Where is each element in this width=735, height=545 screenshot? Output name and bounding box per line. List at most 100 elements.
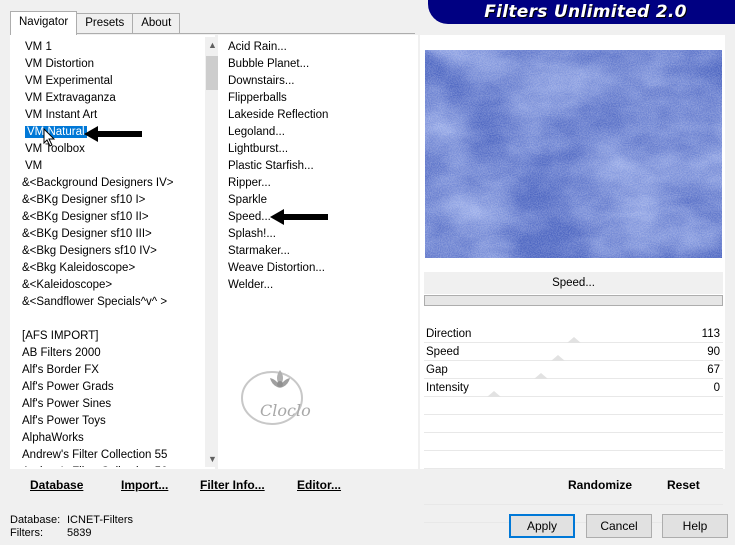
param-row-empty [424, 451, 723, 469]
category-item[interactable]: Andrew's Filter Collection 55 [20, 447, 205, 464]
param-label: Intensity [426, 382, 469, 394]
category-item[interactable]: &<BKg Designer sf10 II> [20, 209, 205, 226]
progress-bar [424, 295, 723, 306]
category-item[interactable]: VM 1 [20, 39, 205, 56]
category-label: Alf's Power Sines [22, 398, 112, 410]
category-list: VM 1 VM Distortion VM Experimental VM Extra… [20, 39, 205, 467]
database-label: Database: [10, 514, 61, 526]
filter-item[interactable]: Legoland... [228, 124, 328, 141]
param-label: Speed [426, 346, 460, 358]
category-panel: VM 1 VM Distortion VM Experimental VM Extra… [10, 35, 220, 469]
param-row-empty [424, 415, 723, 433]
category-item[interactable]: AlphaWorks [20, 430, 205, 447]
category-label: VM [25, 160, 43, 172]
category-label: Alf's Power Grads [22, 381, 114, 393]
filter-item[interactable]: Plastic Starfish... [228, 158, 328, 175]
category-item[interactable]: Alf's Power Grads [20, 379, 205, 396]
category-label: VM Experimental [25, 75, 113, 87]
param-label: Gap [426, 364, 448, 376]
category-item[interactable]: &<BKg Designer sf10 I> [20, 192, 205, 209]
filter-item[interactable]: Ripper... [228, 175, 328, 192]
banner-title: Filters Unlimited 2.0 [436, 0, 735, 22]
param-row-intensity[interactable]: Intensity 0 [424, 379, 723, 397]
filters-count: 5839 [67, 527, 92, 539]
category-item[interactable]: &<Sandflower Specials^v^ > [20, 294, 205, 311]
category-item [20, 311, 205, 328]
filter-item[interactable]: Splash!... [228, 226, 328, 243]
filter-item[interactable]: Bubble Planet... [228, 56, 328, 73]
filter-item[interactable]: Flipperballs [228, 90, 328, 107]
randomize-button[interactable]: Randomize [568, 478, 632, 492]
category-item[interactable]: VM Instant Art [20, 107, 205, 124]
category-label: &<Sandflower Specials^v^ > [22, 296, 168, 308]
cloclo-watermark: Cloclo [241, 370, 311, 425]
category-label: &<Kaleidoscope> [22, 279, 113, 291]
category-label: &<BKg Designer sf10 II> [22, 211, 149, 223]
category-label: [AFS IMPORT] [22, 330, 99, 342]
category-label: &<BKg Designer sf10 I> [22, 194, 146, 206]
param-row-empty [424, 397, 723, 415]
category-item[interactable]: &<BKg Designer sf10 III> [20, 226, 205, 243]
category-label: VM Extravaganza [25, 92, 116, 104]
category-item[interactable]: AB Filters 2000 [20, 345, 205, 362]
category-label: VM 1 [25, 41, 52, 53]
filter-item[interactable]: Starmaker... [228, 243, 328, 260]
tab-about[interactable]: About [132, 13, 181, 34]
help-button[interactable]: Help [662, 514, 728, 538]
arrow-left-icon [84, 126, 142, 142]
filter-item[interactable]: Acid Rain... [228, 39, 328, 56]
app-banner: Filters Unlimited 2.0 [428, 0, 735, 24]
category-item[interactable]: VM Experimental [20, 73, 205, 90]
category-label: &<Background Designers IV> [22, 177, 174, 189]
category-item[interactable]: VM [20, 158, 205, 175]
category-item[interactable]: VM Extravaganza [20, 90, 205, 107]
category-item[interactable]: &<Background Designers IV> [20, 175, 205, 192]
category-label: Alf's Border FX [22, 364, 99, 376]
category-item[interactable]: Alf's Border FX [20, 362, 205, 379]
selected-filter-name: Speed... [424, 272, 723, 294]
status-area: Database: ICNET-Filters Filters: 5839 [10, 514, 133, 540]
tab-navigator[interactable]: Navigator [10, 11, 78, 35]
svg-text:Cloclo: Cloclo [260, 401, 311, 420]
reset-button[interactable]: Reset [667, 478, 700, 492]
param-row-speed[interactable]: Speed 90 [424, 343, 723, 361]
param-value: 0 [713, 382, 720, 394]
filter-item[interactable]: Downstairs... [228, 73, 328, 90]
category-label: VM Distortion [25, 58, 95, 70]
category-item[interactable]: Alf's Power Sines [20, 396, 205, 413]
filter-info-button[interactable]: Filter Info... [200, 478, 265, 492]
category-item[interactable]: &<Bkg Designers sf10 IV> [20, 243, 205, 260]
category-item[interactable]: [AFS IMPORT] [20, 328, 205, 345]
import-button[interactable]: Import... [121, 478, 168, 492]
param-label: Direction [426, 328, 472, 340]
category-label: &<Bkg Designers sf10 IV> [22, 245, 157, 257]
mouse-cursor-icon [43, 128, 56, 147]
param-value: 67 [707, 364, 720, 376]
filters-label: Filters: [10, 527, 43, 539]
category-label: Andrew's Filter Collection 56 [22, 466, 167, 467]
category-item[interactable]: Alf's Power Toys [20, 413, 205, 430]
category-label: Alf's Power Toys [22, 415, 106, 427]
filter-item[interactable]: Lightburst... [228, 141, 328, 158]
category-item[interactable]: &<Bkg Kaleidoscope> [20, 260, 205, 277]
apply-button[interactable]: Apply [509, 514, 575, 538]
param-row-empty [424, 433, 723, 451]
cancel-button[interactable]: Cancel [586, 514, 652, 538]
filter-preview-image [425, 50, 722, 258]
category-item[interactable]: VM Distortion [20, 56, 205, 73]
param-row-direction[interactable]: Direction 113 [424, 325, 723, 343]
category-label: AlphaWorks [22, 432, 84, 444]
param-row-gap[interactable]: Gap 67 [424, 361, 723, 379]
category-item[interactable]: Andrew's Filter Collection 56 [20, 464, 205, 467]
filter-list: Acid Rain... Bubble Planet... Downstairs..… [228, 39, 328, 294]
arrow-left-icon [270, 209, 328, 225]
filter-item[interactable]: Weave Distortion... [228, 260, 328, 277]
editor-button[interactable]: Editor... [297, 478, 341, 492]
tab-bar: Navigator Presets About [10, 11, 181, 35]
database-button[interactable]: Database [30, 478, 83, 492]
filter-item[interactable]: Lakeside Reflection [228, 107, 328, 124]
category-item[interactable]: &<Kaleidoscope> [20, 277, 205, 294]
category-label: VM Instant Art [25, 109, 98, 121]
tab-presets[interactable]: Presets [76, 13, 134, 34]
filter-item[interactable]: Welder... [228, 277, 328, 294]
